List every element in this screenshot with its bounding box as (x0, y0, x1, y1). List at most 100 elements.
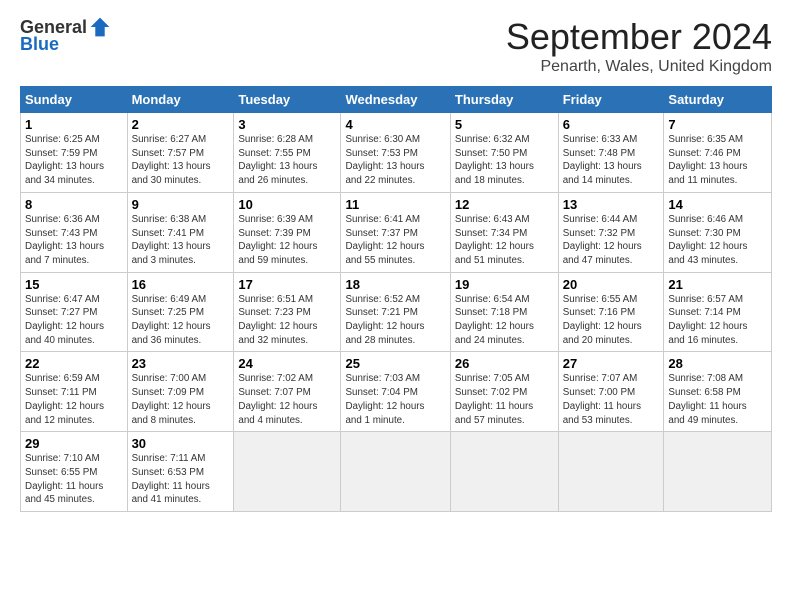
calendar-cell: 3 Sunrise: 6:28 AMSunset: 7:55 PMDayligh… (234, 113, 341, 193)
day-number: 12 (455, 197, 554, 212)
weekday-header-friday: Friday (558, 87, 664, 113)
day-detail: Sunrise: 6:43 AMSunset: 7:34 PMDaylight:… (455, 214, 534, 266)
header-area: General Blue September 2024 Penarth, Wal… (20, 16, 772, 76)
calendar-cell: 19 Sunrise: 6:54 AMSunset: 7:18 PMDaylig… (450, 272, 558, 352)
day-detail: Sunrise: 6:49 AMSunset: 7:25 PMDaylight:… (132, 294, 211, 346)
calendar-cell: 27 Sunrise: 7:07 AMSunset: 7:00 PMDaylig… (558, 352, 664, 432)
day-number: 16 (132, 277, 230, 292)
calendar-cell (664, 432, 772, 512)
logo-icon (89, 16, 111, 38)
day-number: 2 (132, 117, 230, 132)
calendar-cell: 17 Sunrise: 6:51 AMSunset: 7:23 PMDaylig… (234, 272, 341, 352)
day-number: 29 (25, 436, 123, 451)
day-detail: Sunrise: 7:11 AMSunset: 6:53 PMDaylight:… (132, 453, 210, 505)
calendar-cell: 14 Sunrise: 6:46 AMSunset: 7:30 PMDaylig… (664, 192, 772, 272)
day-detail: Sunrise: 6:28 AMSunset: 7:55 PMDaylight:… (238, 134, 317, 186)
calendar-cell: 1 Sunrise: 6:25 AMSunset: 7:59 PMDayligh… (21, 113, 128, 193)
day-number: 7 (668, 117, 767, 132)
day-detail: Sunrise: 6:57 AMSunset: 7:14 PMDaylight:… (668, 294, 747, 346)
day-number: 8 (25, 197, 123, 212)
calendar-cell: 9 Sunrise: 6:38 AMSunset: 7:41 PMDayligh… (127, 192, 234, 272)
day-detail: Sunrise: 6:30 AMSunset: 7:53 PMDaylight:… (345, 134, 424, 186)
day-detail: Sunrise: 6:46 AMSunset: 7:30 PMDaylight:… (668, 214, 747, 266)
day-number: 5 (455, 117, 554, 132)
day-number: 3 (238, 117, 336, 132)
calendar-cell: 11 Sunrise: 6:41 AMSunset: 7:37 PMDaylig… (341, 192, 450, 272)
day-number: 6 (563, 117, 660, 132)
calendar-week-1: 1 Sunrise: 6:25 AMSunset: 7:59 PMDayligh… (21, 113, 772, 193)
calendar-cell (341, 432, 450, 512)
day-detail: Sunrise: 6:25 AMSunset: 7:59 PMDaylight:… (25, 134, 104, 186)
calendar-cell: 16 Sunrise: 6:49 AMSunset: 7:25 PMDaylig… (127, 272, 234, 352)
day-detail: Sunrise: 6:59 AMSunset: 7:11 PMDaylight:… (25, 373, 104, 425)
day-number: 19 (455, 277, 554, 292)
calendar-cell: 10 Sunrise: 6:39 AMSunset: 7:39 PMDaylig… (234, 192, 341, 272)
calendar-cell: 25 Sunrise: 7:03 AMSunset: 7:04 PMDaylig… (341, 352, 450, 432)
calendar-cell: 15 Sunrise: 6:47 AMSunset: 7:27 PMDaylig… (21, 272, 128, 352)
day-number: 4 (345, 117, 445, 132)
calendar-cell: 18 Sunrise: 6:52 AMSunset: 7:21 PMDaylig… (341, 272, 450, 352)
calendar-cell: 23 Sunrise: 7:00 AMSunset: 7:09 PMDaylig… (127, 352, 234, 432)
calendar-week-4: 22 Sunrise: 6:59 AMSunset: 7:11 PMDaylig… (21, 352, 772, 432)
day-detail: Sunrise: 6:27 AMSunset: 7:57 PMDaylight:… (132, 134, 211, 186)
day-number: 18 (345, 277, 445, 292)
day-detail: Sunrise: 6:41 AMSunset: 7:37 PMDaylight:… (345, 214, 424, 266)
day-detail: Sunrise: 7:02 AMSunset: 7:07 PMDaylight:… (238, 373, 317, 425)
day-detail: Sunrise: 6:38 AMSunset: 7:41 PMDaylight:… (132, 214, 211, 266)
weekday-header-wednesday: Wednesday (341, 87, 450, 113)
day-detail: Sunrise: 6:33 AMSunset: 7:48 PMDaylight:… (563, 134, 642, 186)
calendar-table: SundayMondayTuesdayWednesdayThursdayFrid… (20, 86, 772, 512)
day-detail: Sunrise: 6:32 AMSunset: 7:50 PMDaylight:… (455, 134, 534, 186)
calendar-cell: 5 Sunrise: 6:32 AMSunset: 7:50 PMDayligh… (450, 113, 558, 193)
calendar-cell: 13 Sunrise: 6:44 AMSunset: 7:32 PMDaylig… (558, 192, 664, 272)
day-number: 9 (132, 197, 230, 212)
day-detail: Sunrise: 7:08 AMSunset: 6:58 PMDaylight:… (668, 373, 746, 425)
day-number: 22 (25, 356, 123, 371)
day-number: 13 (563, 197, 660, 212)
day-detail: Sunrise: 6:55 AMSunset: 7:16 PMDaylight:… (563, 294, 642, 346)
day-detail: Sunrise: 7:00 AMSunset: 7:09 PMDaylight:… (132, 373, 211, 425)
day-detail: Sunrise: 7:03 AMSunset: 7:04 PMDaylight:… (345, 373, 424, 425)
calendar-week-5: 29 Sunrise: 7:10 AMSunset: 6:55 PMDaylig… (21, 432, 772, 512)
day-detail: Sunrise: 6:35 AMSunset: 7:46 PMDaylight:… (668, 134, 747, 186)
calendar-cell: 22 Sunrise: 6:59 AMSunset: 7:11 PMDaylig… (21, 352, 128, 432)
weekday-header-thursday: Thursday (450, 87, 558, 113)
logo: General Blue (20, 16, 111, 55)
day-detail: Sunrise: 6:36 AMSunset: 7:43 PMDaylight:… (25, 214, 104, 266)
title-area: September 2024 Penarth, Wales, United Ki… (506, 16, 772, 76)
day-detail: Sunrise: 6:54 AMSunset: 7:18 PMDaylight:… (455, 294, 534, 346)
calendar-cell: 12 Sunrise: 6:43 AMSunset: 7:34 PMDaylig… (450, 192, 558, 272)
calendar-cell: 8 Sunrise: 6:36 AMSunset: 7:43 PMDayligh… (21, 192, 128, 272)
calendar-cell: 7 Sunrise: 6:35 AMSunset: 7:46 PMDayligh… (664, 113, 772, 193)
day-number: 25 (345, 356, 445, 371)
day-detail: Sunrise: 7:07 AMSunset: 7:00 PMDaylight:… (563, 373, 641, 425)
day-number: 15 (25, 277, 123, 292)
weekday-header-sunday: Sunday (21, 87, 128, 113)
day-number: 26 (455, 356, 554, 371)
calendar-week-3: 15 Sunrise: 6:47 AMSunset: 7:27 PMDaylig… (21, 272, 772, 352)
day-detail: Sunrise: 7:10 AMSunset: 6:55 PMDaylight:… (25, 453, 103, 505)
day-detail: Sunrise: 6:47 AMSunset: 7:27 PMDaylight:… (25, 294, 104, 346)
weekday-header-saturday: Saturday (664, 87, 772, 113)
day-number: 23 (132, 356, 230, 371)
day-number: 11 (345, 197, 445, 212)
day-detail: Sunrise: 7:05 AMSunset: 7:02 PMDaylight:… (455, 373, 533, 425)
day-number: 27 (563, 356, 660, 371)
calendar-cell: 28 Sunrise: 7:08 AMSunset: 6:58 PMDaylig… (664, 352, 772, 432)
calendar-cell: 24 Sunrise: 7:02 AMSunset: 7:07 PMDaylig… (234, 352, 341, 432)
day-number: 24 (238, 356, 336, 371)
weekday-header-monday: Monday (127, 87, 234, 113)
weekday-header-tuesday: Tuesday (234, 87, 341, 113)
calendar-page: General Blue September 2024 Penarth, Wal… (0, 0, 792, 612)
month-title: September 2024 (506, 16, 772, 58)
day-number: 28 (668, 356, 767, 371)
day-number: 1 (25, 117, 123, 132)
day-number: 21 (668, 277, 767, 292)
calendar-cell: 29 Sunrise: 7:10 AMSunset: 6:55 PMDaylig… (21, 432, 128, 512)
day-number: 20 (563, 277, 660, 292)
calendar-cell: 4 Sunrise: 6:30 AMSunset: 7:53 PMDayligh… (341, 113, 450, 193)
day-detail: Sunrise: 6:52 AMSunset: 7:21 PMDaylight:… (345, 294, 424, 346)
calendar-cell: 2 Sunrise: 6:27 AMSunset: 7:57 PMDayligh… (127, 113, 234, 193)
weekday-header-row: SundayMondayTuesdayWednesdayThursdayFrid… (21, 87, 772, 113)
day-detail: Sunrise: 6:44 AMSunset: 7:32 PMDaylight:… (563, 214, 642, 266)
